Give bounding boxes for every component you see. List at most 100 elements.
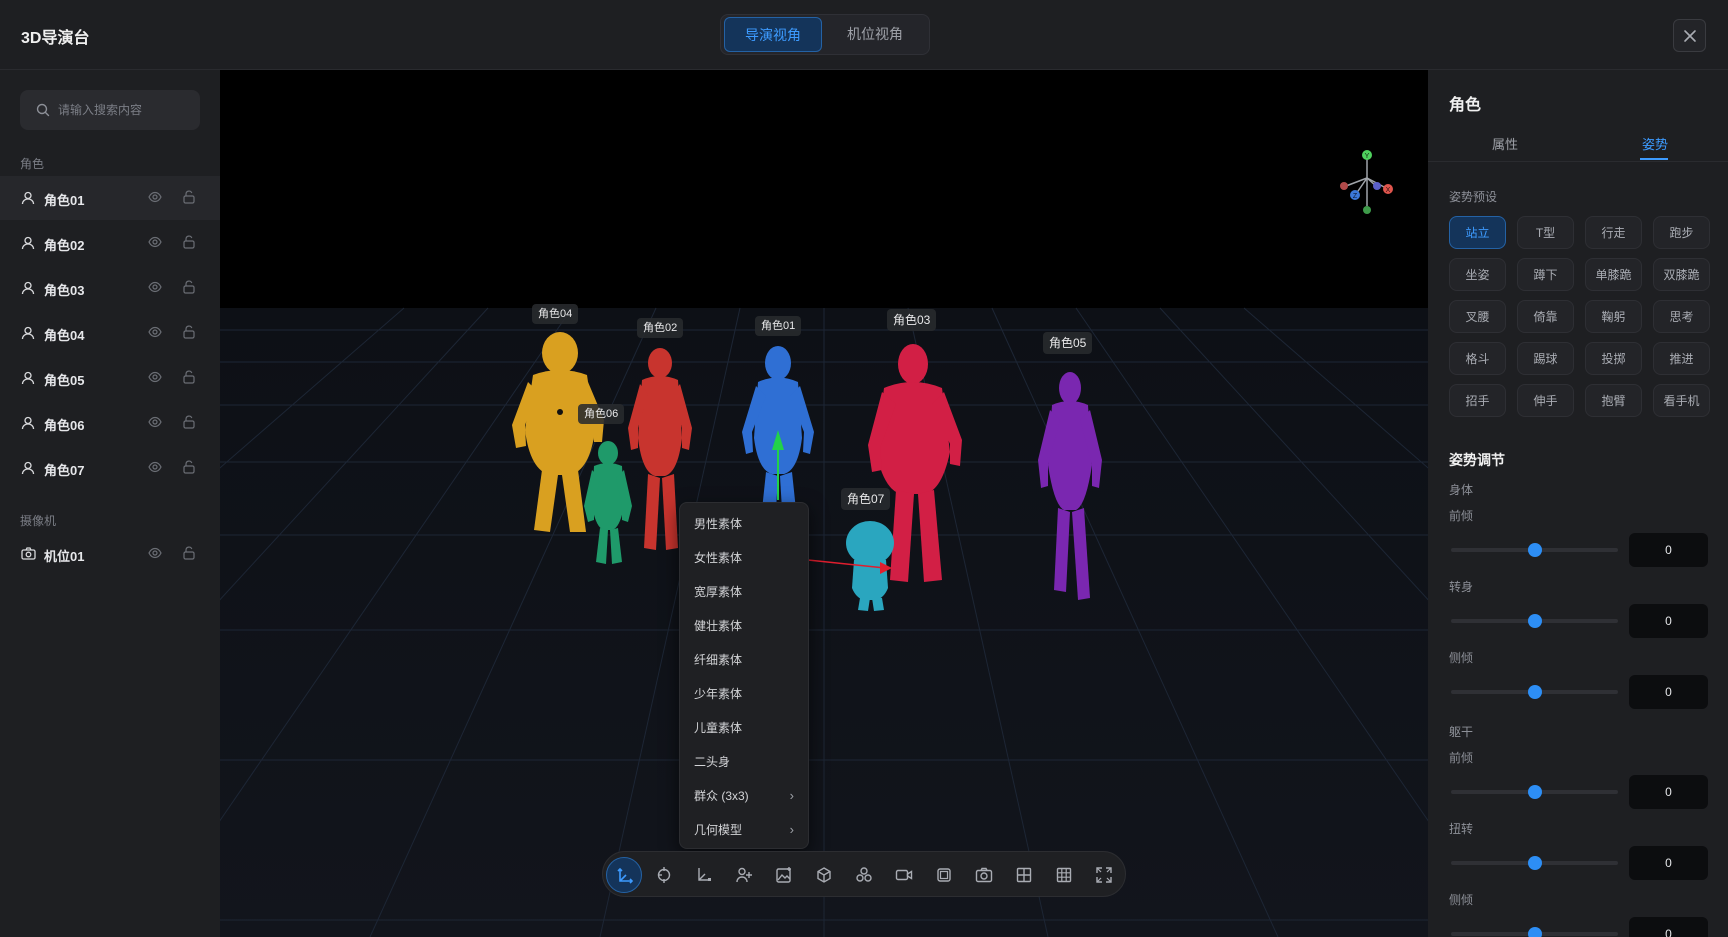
body-turn-slider[interactable] <box>1451 614 1618 628</box>
cube-icon <box>817 867 831 883</box>
menu-item-broad-body[interactable]: 宽厚素体 <box>680 575 810 609</box>
tab-attributes[interactable]: 属性 <box>1492 134 1518 153</box>
add-video-camera-button[interactable] <box>886 857 922 893</box>
unlock-icon[interactable] <box>183 370 195 384</box>
preset-hands-on-hips[interactable]: 叉腰 <box>1449 300 1506 333</box>
unlock-icon[interactable] <box>183 546 195 560</box>
add-character-button[interactable] <box>726 857 762 893</box>
preset-thinking[interactable]: 思考 <box>1653 300 1710 333</box>
eye-icon[interactable] <box>148 236 162 248</box>
preset-standing[interactable]: 站立 <box>1449 216 1506 249</box>
preset-phone[interactable]: 看手机 <box>1653 384 1710 417</box>
torso-lean-value[interactable]: 0 <box>1629 775 1708 809</box>
screenshot-button[interactable] <box>966 857 1002 893</box>
preset-waving[interactable]: 招手 <box>1449 384 1506 417</box>
cameras-section-label: 摄像机 <box>20 514 57 528</box>
menu-item-slim-body[interactable]: 纤细素体 <box>680 643 810 677</box>
body-tilt-value[interactable]: 0 <box>1629 675 1708 709</box>
rotate-tool-button[interactable] <box>646 857 682 893</box>
body-turn-value[interactable]: 0 <box>1629 604 1708 638</box>
tab-director-view[interactable]: 导演视角 <box>724 17 822 52</box>
add-group-button[interactable] <box>846 857 882 893</box>
sidebar-item-character-04[interactable]: 角色04 <box>0 311 220 355</box>
unlock-icon[interactable] <box>183 280 195 294</box>
sidebar-item-character-03[interactable]: 角色03 <box>0 266 220 310</box>
3d-viewport[interactable]: Y X Z 角色04 角色02 角色01 角色03 角色05 角色06 角色07 <box>220 70 1428 937</box>
eye-icon[interactable] <box>148 416 162 428</box>
slider-knob[interactable] <box>1528 927 1542 937</box>
eye-icon[interactable] <box>148 547 162 559</box>
preset-sitting[interactable]: 坐姿 <box>1449 258 1506 291</box>
fullscreen-button[interactable] <box>1086 857 1122 893</box>
frame-button[interactable] <box>926 857 962 893</box>
unlock-icon[interactable] <box>183 190 195 204</box>
menu-item-teen-body[interactable]: 少年素体 <box>680 677 810 711</box>
menu-item-geometry[interactable]: 几何模型 › <box>680 813 810 847</box>
preset-arms-crossed[interactable]: 抱臂 <box>1585 384 1642 417</box>
add-image-button[interactable] <box>766 857 802 893</box>
slider-knob[interactable] <box>1528 543 1542 557</box>
menu-item-female-body[interactable]: 女性素体 <box>680 541 810 575</box>
search-box[interactable] <box>20 90 200 130</box>
eye-icon[interactable] <box>148 281 162 293</box>
preset-one-knee[interactable]: 单膝跪 <box>1585 258 1642 291</box>
layout-3x3-button[interactable] <box>1046 857 1082 893</box>
slider-knob[interactable] <box>1528 685 1542 699</box>
search-input[interactable] <box>58 90 193 130</box>
menu-item-crowd[interactable]: 群众 (3x3) › <box>680 779 810 813</box>
preset-pushing[interactable]: 推进 <box>1653 342 1710 375</box>
unlock-icon[interactable] <box>183 415 195 429</box>
body-tilt-slider[interactable] <box>1451 685 1618 699</box>
preset-bowing[interactable]: 鞠躬 <box>1585 300 1642 333</box>
eye-icon[interactable] <box>148 326 162 338</box>
torso-tilt-value[interactable]: 0 <box>1629 917 1708 937</box>
menu-item-label: 群众 (3x3) <box>694 789 749 803</box>
unlock-icon[interactable] <box>183 325 195 339</box>
torso-twist-value[interactable]: 0 <box>1629 846 1708 880</box>
sidebar-item-character-05[interactable]: 角色05 <box>0 356 220 400</box>
preset-squatting[interactable]: 蹲下 <box>1517 258 1574 291</box>
preset-both-knees[interactable]: 双膝跪 <box>1653 258 1710 291</box>
menu-item-chibi[interactable]: 二头身 <box>680 745 810 779</box>
properties-panel: 角色 属性 姿势 姿势预设 站立 T型 行走 跑步 坐姿 蹲下 单膝跪 双膝跪 … <box>1428 70 1728 937</box>
preset-running[interactable]: 跑步 <box>1653 216 1710 249</box>
layout-2x2-button[interactable] <box>1006 857 1042 893</box>
scene-canvas[interactable]: Y X Z <box>220 70 1428 937</box>
sidebar-item-character-06[interactable]: 角色06 <box>0 401 220 445</box>
tab-pose[interactable]: 姿势 <box>1642 134 1668 153</box>
torso-lean-slider[interactable] <box>1451 785 1618 799</box>
sidebar-item-character-02[interactable]: 角色02 <box>0 221 220 265</box>
preset-leaning[interactable]: 倚靠 <box>1517 300 1574 333</box>
body-lean-slider[interactable] <box>1451 543 1618 557</box>
slider-knob[interactable] <box>1528 614 1542 628</box>
menu-item-male-body[interactable]: 男性素体 <box>680 507 810 541</box>
slider-label: 扭转 <box>1449 822 1474 836</box>
body-lean-value[interactable]: 0 <box>1629 533 1708 567</box>
move-tool-button[interactable] <box>606 857 642 893</box>
preset-throwing[interactable]: 投掷 <box>1585 342 1642 375</box>
eye-icon[interactable] <box>148 461 162 473</box>
torso-twist-slider[interactable] <box>1451 856 1618 870</box>
preset-reaching[interactable]: 伸手 <box>1517 384 1574 417</box>
preset-t-pose[interactable]: T型 <box>1517 216 1574 249</box>
add-object-button[interactable] <box>806 857 842 893</box>
eye-icon[interactable] <box>148 191 162 203</box>
unlock-icon[interactable] <box>183 460 195 474</box>
menu-item-child-body[interactable]: 儿童素体 <box>680 711 810 745</box>
preset-kicking[interactable]: 踢球 <box>1517 342 1574 375</box>
close-button[interactable] <box>1673 19 1706 52</box>
menu-item-muscular-body[interactable]: 健壮素体 <box>680 609 810 643</box>
torso-tilt-slider[interactable] <box>1451 927 1618 937</box>
slider-knob[interactable] <box>1528 856 1542 870</box>
sidebar-item-character-01[interactable]: 角色01 <box>0 176 220 220</box>
eye-icon[interactable] <box>148 371 162 383</box>
preset-fighting[interactable]: 格斗 <box>1449 342 1506 375</box>
frame-icon <box>937 868 951 882</box>
sidebar-item-camera-01[interactable]: 机位01 <box>0 532 220 576</box>
tab-camera-view[interactable]: 机位视角 <box>826 17 924 52</box>
scale-tool-button[interactable] <box>686 857 722 893</box>
unlock-icon[interactable] <box>183 235 195 249</box>
sidebar-item-character-07[interactable]: 角色07 <box>0 446 220 490</box>
slider-knob[interactable] <box>1528 785 1542 799</box>
preset-walking[interactable]: 行走 <box>1585 216 1642 249</box>
